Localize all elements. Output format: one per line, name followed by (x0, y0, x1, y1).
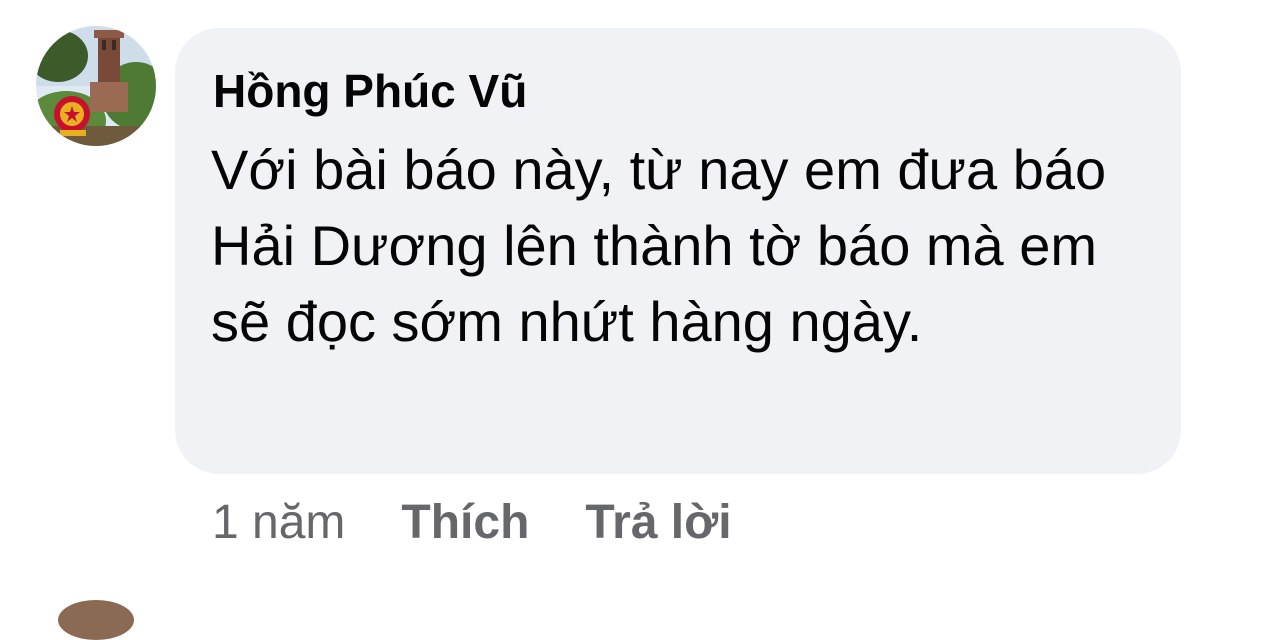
comment-bubble: Hồng Phúc Vũ Với bài báo này, từ nay em … (175, 28, 1181, 474)
comment-actions: 1 năm Thích Trả lời (212, 490, 732, 554)
reply-button[interactable]: Trả lời (585, 495, 731, 550)
comment-text: Với bài báo này, từ nay em đưa báo Hải D… (211, 138, 1107, 353)
avatar[interactable] (36, 26, 156, 146)
comment-author[interactable]: Hồng Phúc Vũ (213, 62, 527, 120)
tower-with-emblem-avatar-icon (36, 26, 156, 146)
like-button[interactable]: Thích (401, 495, 529, 550)
comment-timestamp[interactable]: 1 năm (212, 495, 345, 550)
next-comment-avatar[interactable] (58, 600, 134, 640)
